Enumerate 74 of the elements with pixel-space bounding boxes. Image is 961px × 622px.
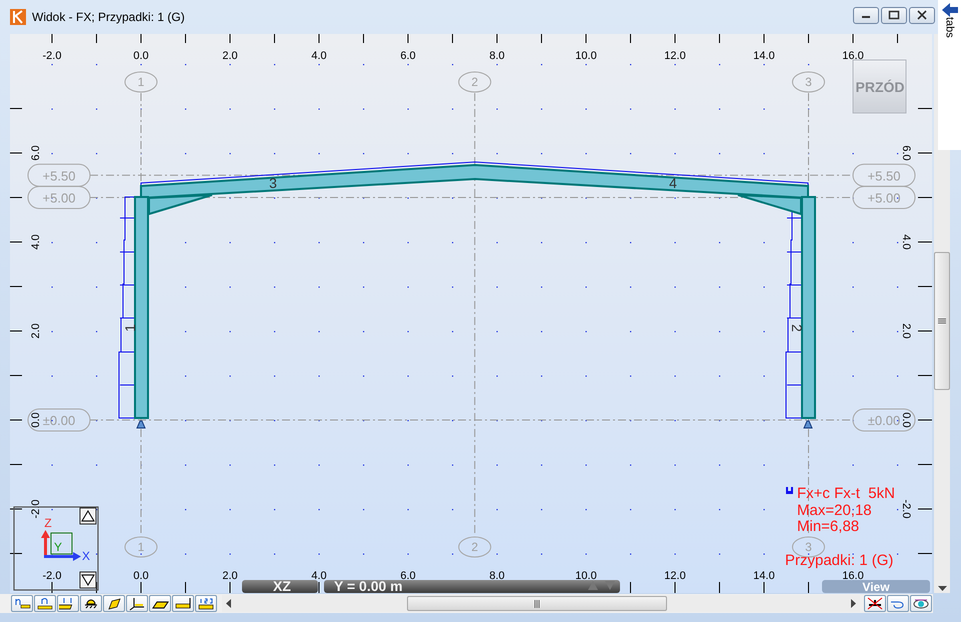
- ruler-label: -2.0: [42, 50, 62, 62]
- legend-max: Max=20,18: [797, 502, 872, 519]
- ruler-label: 16.0: [842, 570, 864, 582]
- ruler-label: 6.0: [30, 145, 42, 161]
- node-number-icon: [13, 596, 31, 611]
- ruler-label: -2.0: [900, 500, 912, 518]
- crossed-load-button[interactable]: [864, 595, 886, 612]
- node-number-icon-button[interactable]: [11, 595, 33, 612]
- ruler-label: 6.0: [400, 50, 416, 62]
- close-button[interactable]: [909, 6, 935, 24]
- plane-button[interactable]: XZ: [242, 578, 318, 593]
- arrow-left-icon[interactable]: [942, 3, 958, 17]
- axes-icon-button[interactable]: [126, 595, 148, 612]
- member-number: 2: [789, 324, 805, 332]
- ruler-label: 14.0: [753, 570, 775, 582]
- side-panel-tab[interactable]: tabs: [944, 17, 956, 38]
- maximize-icon: [888, 10, 900, 20]
- ruler-label: 2.0: [900, 323, 912, 339]
- window-title: Widok - FX; Przypadki: 1 (G): [32, 10, 186, 24]
- ruler-label: 2.0: [222, 570, 238, 582]
- member-number: 4: [669, 175, 677, 191]
- member-number-icon-button[interactable]: [34, 595, 56, 612]
- ruler-label: 14.0: [753, 50, 775, 62]
- ruler-label: 12.0: [664, 50, 686, 62]
- member-number: 1: [122, 324, 138, 332]
- ruler-label: 6.0: [900, 145, 912, 161]
- ruler-label: 0.0: [133, 570, 149, 582]
- maximize-button[interactable]: [881, 6, 907, 24]
- member-number-icon: [36, 596, 54, 611]
- ruler-label: 2.0: [222, 50, 238, 62]
- pan-down-button[interactable]: [80, 572, 96, 588]
- plate-icon-button[interactable]: [149, 595, 171, 612]
- level-marker: +5.50: [852, 164, 916, 187]
- minimize-button[interactable]: [853, 6, 879, 24]
- panel-icon-button[interactable]: [103, 595, 125, 612]
- ruler-label: 4.0: [30, 234, 42, 250]
- legend-marker-icon: [786, 487, 793, 494]
- support-hatch-icon-button[interactable]: [80, 595, 102, 612]
- ruler-label: 8.0: [489, 50, 505, 62]
- scrollbar-thumb[interactable]: [934, 252, 950, 390]
- level-marker: +5.50: [28, 164, 90, 187]
- ruler-label: 0.0: [133, 50, 149, 62]
- level-marker: +5.00: [28, 186, 90, 209]
- pan-up-button[interactable]: [80, 508, 96, 524]
- level-marker: +5.00: [852, 186, 916, 209]
- ruler-label: 4.0: [900, 234, 912, 250]
- crossed-load-icon: [866, 596, 884, 611]
- app-logo-icon: [10, 9, 26, 25]
- ruler-label: 2.0: [30, 323, 42, 339]
- numbering-icon: [197, 596, 215, 611]
- link-button[interactable]: [887, 595, 909, 612]
- ruler-label: 4.0: [311, 50, 327, 62]
- legend-min: Min=6,88: [797, 518, 860, 535]
- ruler-label: 0.0: [30, 412, 42, 428]
- ruler-label: -2.0: [42, 570, 62, 582]
- dimension-icon: [174, 596, 192, 611]
- ruler-label: 0.0: [900, 412, 912, 428]
- legend-title: Fx+c Fx-t 5kN: [797, 485, 895, 502]
- scroll-down-icon[interactable]: [938, 586, 946, 591]
- ruler-label: 16.0: [842, 50, 864, 62]
- close-icon: [917, 10, 927, 20]
- ruler-label: -2.0: [30, 500, 42, 518]
- dimension-icon-button[interactable]: [172, 595, 194, 612]
- eye-button[interactable]: [910, 595, 932, 612]
- ruler-label: 10.0: [575, 50, 597, 62]
- scroll-left-icon[interactable]: [226, 599, 231, 608]
- scrollbar-thumb[interactable]: [407, 596, 667, 611]
- axis-triad-drawing: Z X Y: [41, 516, 90, 563]
- section-label-icon-button[interactable]: [57, 595, 79, 612]
- numbering-icon-button[interactable]: [195, 595, 217, 612]
- member-number: 3: [269, 175, 277, 191]
- axes-icon: [128, 596, 146, 611]
- scroll-right-icon[interactable]: [851, 599, 856, 608]
- ruler-label: 12.0: [664, 570, 686, 582]
